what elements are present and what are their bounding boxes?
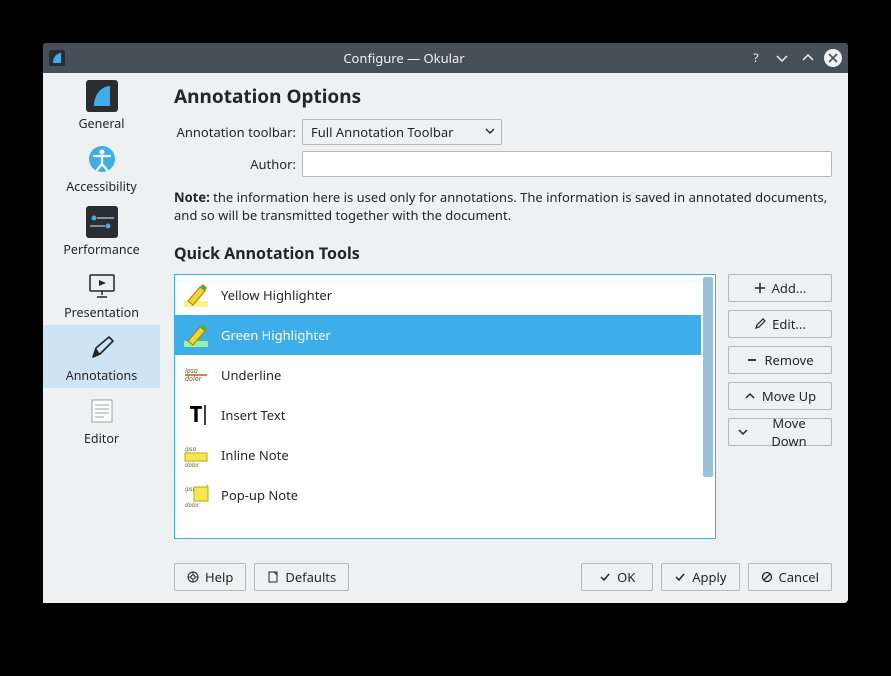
okular-icon — [85, 79, 119, 113]
svg-text:dolor: dolor — [185, 375, 202, 384]
minus-icon — [746, 354, 758, 366]
sidebar-item-label: Editor — [84, 430, 119, 447]
cancel-icon — [761, 571, 773, 583]
annotation-toolbar-combo[interactable]: Full Annotation Toolbar — [302, 119, 502, 145]
defaults-button-label: Defaults — [285, 568, 336, 586]
cancel-button-label: Cancel — [779, 568, 819, 586]
svg-text:ipsa: ipsa — [185, 445, 197, 453]
sidebar-item-label: General — [78, 115, 124, 132]
tool-label: Yellow Highlighter — [221, 286, 332, 304]
quick-tools-list[interactable]: Yellow Highlighter Green Highlighter ips… — [174, 274, 716, 539]
dialog-buttonbox: Help Defaults OK Apply Cancel — [160, 553, 846, 601]
sidebar-item-presentation[interactable]: Presentation — [43, 262, 160, 325]
help-icon — [187, 571, 199, 583]
sidebar-item-accessibility[interactable]: Accessibility — [43, 136, 160, 199]
svg-text:?: ? — [753, 51, 758, 65]
sidebar-item-label: Accessibility — [66, 178, 137, 195]
tool-row-green-highlighter[interactable]: Green Highlighter — [175, 315, 701, 355]
tool-row-inline-note[interactable]: ipsa dolor Inline Note — [175, 435, 701, 475]
author-label: Author: — [174, 155, 302, 173]
svg-text:dolor: dolor — [185, 501, 200, 509]
insert-text-icon: T — [181, 400, 211, 430]
page-title: Annotation Options — [174, 83, 832, 109]
ok-button[interactable]: OK — [581, 563, 653, 591]
apply-button-label: Apply — [692, 568, 726, 586]
edit-button[interactable]: Edit... — [728, 310, 832, 338]
highlighter-yellow-icon — [181, 280, 211, 310]
sidebar-item-editor[interactable]: Editor — [43, 388, 160, 451]
editor-icon — [85, 394, 119, 428]
category-sidebar: General Accessibility Performance Presen… — [43, 73, 160, 603]
sidebar-item-label: Annotations — [66, 367, 138, 384]
help-button-label: Help — [205, 568, 233, 586]
plus-icon — [754, 282, 766, 294]
sidebar-item-general[interactable]: General — [43, 73, 160, 136]
defaults-button[interactable]: Defaults — [254, 563, 349, 591]
tool-label: Green Highlighter — [221, 326, 331, 344]
tool-label: Underline — [221, 366, 281, 384]
annotation-toolbar-label: Annotation toolbar: — [174, 123, 302, 141]
sidebar-item-label: Presentation — [64, 304, 139, 321]
edit-button-label: Edit... — [772, 315, 806, 333]
close-button[interactable] — [824, 49, 842, 67]
sidebar-item-performance[interactable]: Performance — [43, 199, 160, 262]
configure-dialog: Configure — Okular ? General Accessibili… — [43, 43, 848, 603]
check-icon — [599, 571, 611, 583]
chevron-up-icon — [744, 390, 756, 402]
tool-label: Insert Text — [221, 406, 285, 424]
tool-label: Inline Note — [221, 446, 289, 464]
sidebar-item-label: Performance — [63, 241, 139, 258]
annotations-icon — [85, 331, 119, 365]
remove-button-label: Remove — [764, 351, 813, 369]
underline-icon: ipsadolor — [181, 360, 211, 390]
app-icon — [49, 50, 65, 66]
popup-note-icon: ipsadolor — [181, 480, 211, 510]
quick-tools-title: Quick Annotation Tools — [174, 242, 832, 264]
scrollbar-thumb[interactable] — [703, 277, 713, 477]
remove-button[interactable]: Remove — [728, 346, 832, 374]
move-up-label: Move Up — [762, 387, 816, 405]
svg-text:dolor: dolor — [185, 461, 200, 469]
add-button-label: Add... — [772, 279, 807, 297]
minimize-button[interactable] — [772, 48, 792, 68]
inline-note-icon: ipsa dolor — [181, 440, 211, 470]
tool-actions: Add... Edit... Remove Move Up — [728, 274, 832, 539]
annotation-toolbar-value: Full Annotation Toolbar — [302, 119, 502, 145]
move-down-label: Move Down — [755, 414, 823, 450]
tool-row-underline[interactable]: ipsadolor Underline — [175, 355, 701, 395]
highlighter-green-icon — [181, 320, 211, 350]
add-button[interactable]: Add... — [728, 274, 832, 302]
tool-label: Pop-up Note — [221, 486, 298, 504]
note-prefix: Note: — [174, 188, 210, 206]
annotations-page: Annotation Options Annotation toolbar: F… — [160, 73, 848, 603]
author-row: Author: — [174, 151, 832, 177]
check-icon — [674, 571, 686, 583]
sidebar-item-annotations[interactable]: Annotations — [43, 325, 160, 388]
document-revert-icon — [267, 571, 279, 583]
help-button[interactable]: Help — [174, 563, 246, 591]
titlebar: Configure — Okular ? — [43, 43, 848, 73]
author-input[interactable] — [302, 151, 832, 177]
help-titlebutton[interactable]: ? — [746, 48, 766, 68]
ok-button-label: OK — [617, 568, 635, 586]
move-down-button[interactable]: Move Down — [728, 418, 832, 446]
move-up-button[interactable]: Move Up — [728, 382, 832, 410]
chevron-down-icon — [737, 426, 749, 438]
tool-row-insert-text[interactable]: T Insert Text — [175, 395, 701, 435]
performance-icon — [85, 205, 119, 239]
presentation-icon — [85, 268, 119, 302]
apply-button[interactable]: Apply — [661, 563, 739, 591]
cancel-button[interactable]: Cancel — [748, 563, 832, 591]
note-body: the information here is used only for an… — [174, 188, 827, 224]
maximize-button[interactable] — [798, 48, 818, 68]
tool-row-popup-note[interactable]: ipsadolor Pop-up Note — [175, 475, 701, 515]
svg-text:T: T — [190, 401, 203, 429]
pencil-icon — [754, 318, 766, 330]
tool-row-yellow-highlighter[interactable]: Yellow Highlighter — [175, 275, 701, 315]
note-text: Note: the information here is used only … — [174, 189, 832, 224]
annotation-toolbar-row: Annotation toolbar: Full Annotation Tool… — [174, 119, 832, 145]
accessibility-icon — [85, 142, 119, 176]
window-title: Configure — Okular — [65, 49, 743, 67]
